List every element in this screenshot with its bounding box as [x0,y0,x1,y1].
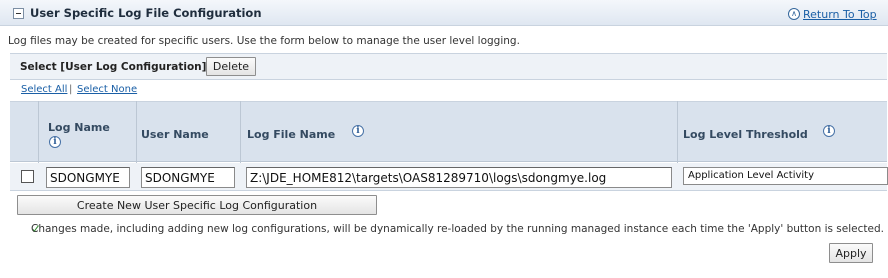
info-icon[interactable]: i [352,125,364,137]
select-all-link[interactable]: Select All [21,84,67,95]
column-header-user-name: User Name [141,128,209,141]
apply-button[interactable]: Apply [829,243,873,263]
apply-note: Changes made, including adding new log c… [31,223,884,235]
up-arrow-circle-icon[interactable]: ∧ [788,8,800,20]
column-header-log-file-name: Log File Name [247,128,336,141]
info-icon[interactable]: i [49,136,61,148]
user-name-input[interactable] [141,167,235,188]
section-title: User Specific Log File Configuration [30,6,262,20]
link-separator: | [69,84,73,95]
delete-button[interactable]: Delete [206,57,256,76]
info-icon[interactable]: i [823,125,835,137]
selection-label: Select [User Log Configuration]: [20,61,211,73]
row-select-checkbox[interactable] [21,170,34,183]
log-level-threshold-select[interactable]: Application Level Activity [683,167,888,185]
section-description: Log files may be created for specific us… [8,35,520,47]
select-none-link[interactable]: Select None [77,84,137,95]
collapse-toggle-icon[interactable] [13,8,24,19]
column-header-log-level-threshold: Log Level Threshold [683,128,808,141]
column-header-log-name: Log Name [48,121,110,134]
log-name-input[interactable] [46,167,130,188]
log-file-name-input[interactable] [246,167,672,188]
create-log-configuration-button[interactable]: Create New User Specific Log Configurati… [17,195,377,215]
return-to-top-link[interactable]: Return To Top [803,8,877,21]
